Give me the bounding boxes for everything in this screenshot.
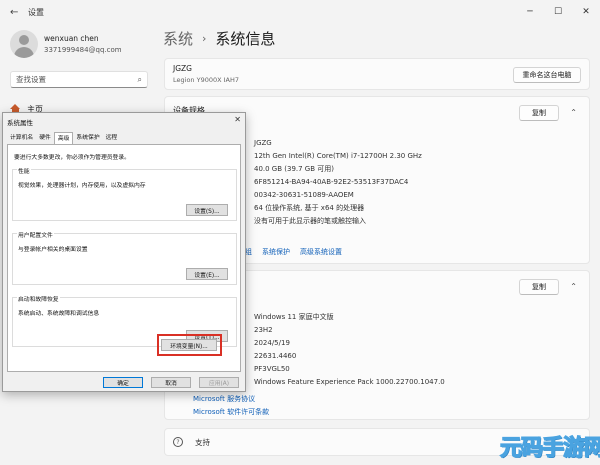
site-watermark: 元码手游网 (499, 428, 600, 462)
user-name: wenxuan chen (44, 34, 99, 43)
admin-note: 要进行大多数更改，你必须作为管理员登录。 (14, 155, 130, 161)
spec-processor: 12th Gen Intel(R) Core(TM) i7-12700H 2.3… (254, 152, 422, 160)
ok-button[interactable]: 确定 (103, 377, 143, 388)
user-account[interactable]: wenxuan chen 3371999484@qq.com (10, 30, 160, 60)
link-services-agreement[interactable]: Microsoft 服务协议 (193, 393, 269, 406)
title-bar: ← 设置 (0, 0, 600, 24)
search-icon: ⌕ (137, 74, 142, 84)
user-profiles-desc: 与登录帐户相关的桌面设置 (18, 247, 88, 253)
spec-values: JGZG 12th Gen Intel(R) Core(TM) i7-12700… (254, 137, 422, 228)
support-label: 支持 (195, 438, 210, 447)
tab-system-protection[interactable]: 系统保护 (73, 132, 102, 144)
spec-os-build: 22631.4460 (254, 352, 297, 360)
performance-label: 性能 (17, 166, 31, 175)
window-controls: ─ ☐ ✕ (516, 0, 600, 24)
link-license-terms[interactable]: Microsoft 软件许可条款 (193, 406, 269, 419)
startup-recovery-label: 启动和故障恢复 (17, 294, 60, 303)
copy-windows-specs-button[interactable]: 复制 (519, 279, 559, 295)
user-profiles-settings-button[interactable]: 设置(E)... (186, 268, 228, 280)
user-email: 3371999484@qq.com (44, 46, 122, 54)
dialog-close-icon[interactable]: ✕ (234, 115, 241, 124)
app-title: 设置 (28, 7, 44, 17)
help-icon: ? (173, 437, 183, 447)
avatar (10, 30, 38, 58)
performance-group: 性能 视觉效果，处理器计划，内存使用，以及虚拟内存 设置(S)... (12, 166, 237, 221)
breadcrumb: 系统 › 系统信息 (163, 28, 275, 49)
device-model: Legion Y9000X IAH7 (173, 76, 240, 84)
spec-device-name: JGZG (254, 139, 272, 147)
apply-button[interactable]: 应用(A) (199, 377, 239, 388)
minimize-icon[interactable]: ─ (516, 0, 544, 24)
spec-serial: PF3VGL50 (254, 365, 290, 373)
performance-desc: 视觉效果，处理器计划，内存使用，以及虚拟内存 (18, 183, 146, 189)
chevron-up-icon[interactable]: ⌃ (570, 282, 577, 291)
dialog-tabs: 计算机名 硬件 高级 系统保护 远程 (7, 132, 120, 144)
user-profiles-label: 用户配置文件 (17, 230, 54, 239)
performance-settings-button[interactable]: 设置(S)... (186, 204, 228, 216)
startup-recovery-desc: 系统启动、系统故障和调试信息 (18, 311, 100, 317)
chevron-right-icon: › (202, 32, 207, 45)
cancel-button[interactable]: 取消 (151, 377, 191, 388)
tab-advanced[interactable]: 高级 (53, 132, 74, 144)
tab-remote[interactable]: 远程 (103, 132, 121, 144)
windows-spec-values: Windows 11 家庭中文版 23H2 2024/5/19 22631.44… (254, 311, 445, 389)
spec-edition: Windows 11 家庭中文版 (254, 313, 334, 321)
spec-device-id: 6F851214-BA94-40AB-92E2-53513F37DAC4 (254, 178, 409, 186)
page-title: 系统信息 (215, 30, 276, 48)
system-properties-dialog: 系统属性 ✕ 计算机名 硬件 高级 系统保护 远程 要进行大多数更改，你必须作为… (2, 112, 246, 392)
windows-links: Microsoft 服务协议 Microsoft 软件许可条款 (193, 393, 269, 419)
environment-variables-button[interactable]: 环境变量(N)... (161, 339, 217, 351)
spec-product-id: 00342-30631-51089-AAOEM (254, 191, 354, 199)
link-advanced-system-settings[interactable]: 高级系统设置 (300, 247, 342, 257)
user-profiles-group: 用户配置文件 与登录帐户相关的桌面设置 设置(E)... (12, 230, 237, 285)
close-icon[interactable]: ✕ (572, 0, 600, 24)
spec-ram: 40.0 GB (39.7 GB 可用) (254, 165, 334, 173)
breadcrumb-parent[interactable]: 系统 (163, 28, 193, 49)
copy-specs-button[interactable]: 复制 (519, 105, 559, 121)
maximize-icon[interactable]: ☐ (544, 0, 572, 24)
search-box: ⌕ (10, 71, 148, 88)
tab-computer-name[interactable]: 计算机名 (7, 132, 36, 144)
rename-pc-button[interactable]: 重命名这台电脑 (513, 67, 581, 83)
link-domain-workgroup[interactable]: 组 (245, 247, 252, 257)
watermark-text: 元码手游网 (499, 435, 600, 461)
link-system-protection[interactable]: 系统保护 (262, 247, 290, 257)
device-card: JGZG Legion Y9000X IAH7 重命名这台电脑 (164, 58, 590, 90)
back-arrow-icon[interactable]: ← (10, 7, 28, 18)
related-links: 组 系统保护 高级系统设置 (245, 247, 352, 257)
search-input[interactable] (16, 75, 138, 84)
chevron-up-icon[interactable]: ⌃ (570, 108, 577, 117)
spec-system-type: 64 位操作系统, 基于 x64 的处理器 (254, 204, 365, 212)
spec-experience: Windows Feature Experience Pack 1000.227… (254, 378, 445, 386)
device-name: JGZG (173, 64, 192, 73)
dialog-title: 系统属性 (7, 119, 33, 127)
spec-installed-on: 2024/5/19 (254, 339, 290, 347)
spec-version: 23H2 (254, 326, 273, 334)
spec-pen-touch: 没有可用于此显示器的笔或触控输入 (254, 217, 366, 225)
tab-hardware[interactable]: 硬件 (36, 132, 54, 144)
